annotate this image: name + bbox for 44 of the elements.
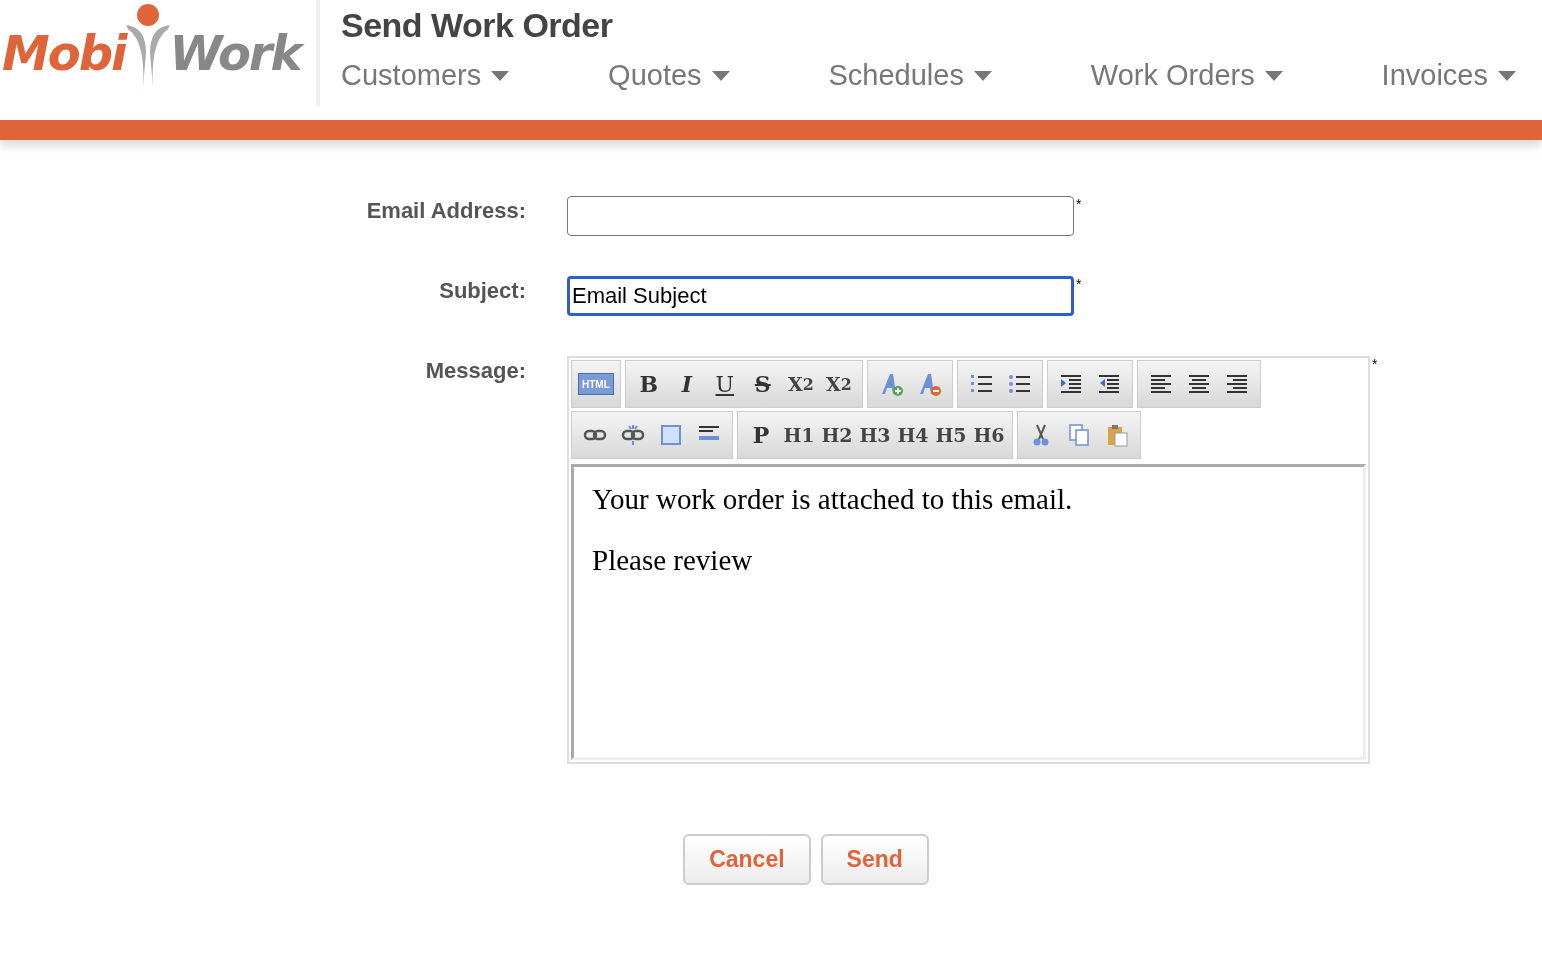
required-mark: * bbox=[1372, 356, 1378, 372]
nav-menu[interactable]: Invoices bbox=[1381, 59, 1516, 92]
field-label: Email Address: bbox=[365, 197, 526, 225]
required-mark: * bbox=[1076, 196, 1082, 212]
format-button[interactable]: I bbox=[667, 364, 706, 404]
indent-icon bbox=[1058, 372, 1083, 396]
message-body[interactable]: Your work order is attached to this email. Please review bbox=[571, 464, 1366, 760]
caret-icon bbox=[1264, 70, 1283, 81]
image-icon bbox=[659, 423, 683, 447]
caret-icon bbox=[711, 70, 730, 81]
bullet-list-icon bbox=[1006, 372, 1031, 396]
nav-menu[interactable]: Quotes bbox=[608, 59, 730, 92]
format-button[interactable]: S bbox=[743, 364, 782, 404]
field-label: Message: bbox=[424, 357, 526, 385]
format-button[interactable]: H4 bbox=[894, 415, 932, 455]
format-button[interactable]: U bbox=[705, 364, 744, 404]
message-text: Your work order is attached to this email. bbox=[592, 483, 1074, 516]
field-label: Subject: bbox=[438, 277, 526, 305]
message-text: Please review bbox=[592, 544, 754, 577]
nav-menu[interactable]: Work Orders bbox=[1090, 59, 1283, 92]
logo-text: Mobi bbox=[2, 25, 126, 81]
format-button[interactable]: P bbox=[742, 415, 780, 455]
format-button[interactable]: H3 bbox=[856, 415, 894, 455]
paste-icon bbox=[1105, 423, 1129, 447]
format-button[interactable]: H6 bbox=[970, 415, 1008, 455]
align-center-icon bbox=[1186, 372, 1211, 396]
nav-menu[interactable]: Schedules bbox=[828, 59, 992, 92]
caret-icon bbox=[1498, 70, 1516, 81]
format-button[interactable]: B bbox=[629, 364, 668, 404]
copy-icon bbox=[1067, 423, 1091, 447]
align-right-icon bbox=[1224, 372, 1249, 396]
caret-icon bbox=[491, 70, 510, 81]
page-title: Send Work Order bbox=[341, 6, 614, 45]
format-button[interactable]: H1 bbox=[780, 415, 818, 455]
format-button[interactable]: H2 bbox=[818, 415, 856, 455]
align-left-icon bbox=[1148, 372, 1173, 396]
unlink-icon bbox=[621, 423, 645, 447]
required-mark: * bbox=[1076, 276, 1082, 292]
nav-menu[interactable]: Customers bbox=[341, 59, 510, 92]
input-field[interactable] bbox=[567, 196, 1074, 236]
caret-icon bbox=[973, 70, 992, 81]
outdent-icon bbox=[1096, 372, 1121, 396]
format-button[interactable]: H5 bbox=[932, 415, 970, 455]
input-field[interactable]: Email Subject bbox=[567, 276, 1074, 316]
